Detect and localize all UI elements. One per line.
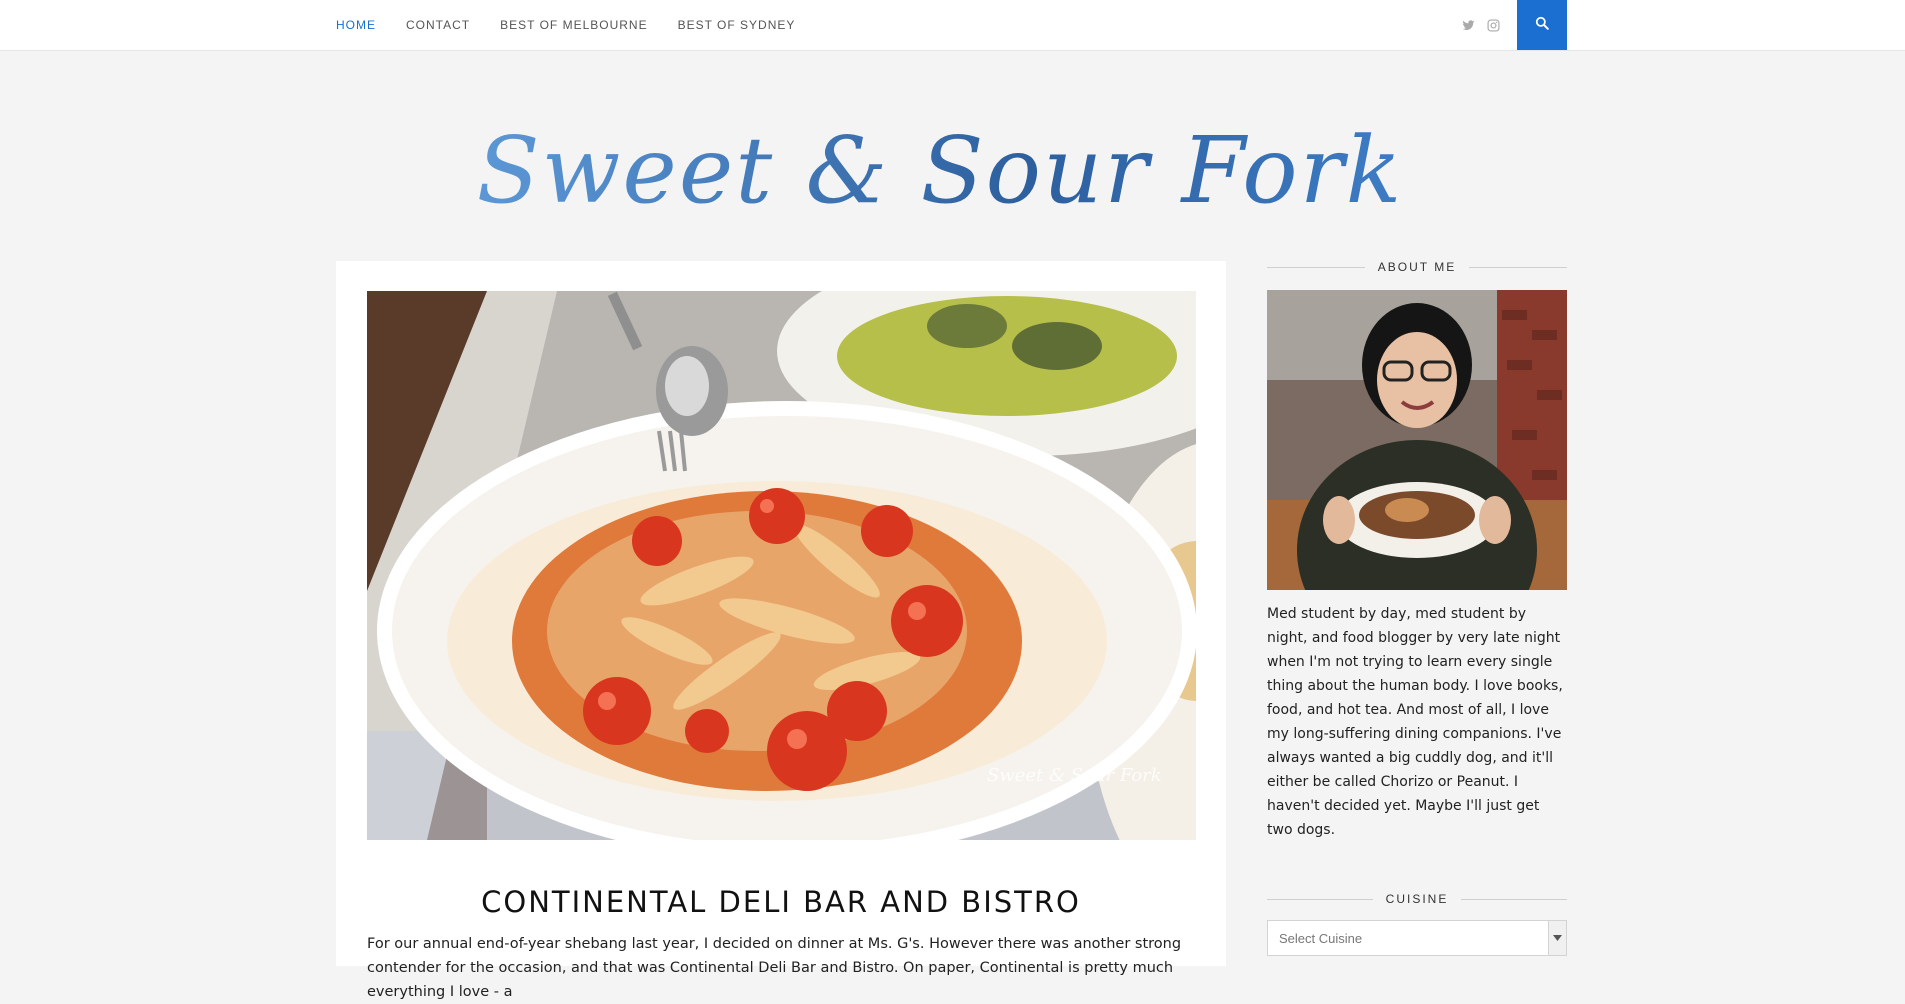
social-links [1462,0,1500,50]
nav-item-best-of-melbourne[interactable]: BEST OF MELBOURNE [500,18,647,32]
about-me-heading: ABOUT ME [1267,260,1567,274]
chevron-down-icon[interactable] [1548,921,1566,955]
site-logo[interactable]: Sweet & Sour Fork [477,95,1402,245]
search-button[interactable] [1517,0,1567,50]
cuisine-select[interactable]: Select Cuisine [1267,920,1567,956]
sidebar: ABOUT ME Med student by day, med student… [1267,260,1567,956]
image-watermark: Sweet & Sour Fork [987,765,1162,786]
instagram-icon[interactable] [1487,18,1500,32]
author-photo [1267,290,1567,590]
pasta-dish-illustration: Sweet & Sour Fork [367,291,1196,840]
nav-item-home[interactable]: HOME [336,18,376,32]
site-logo-text: Sweet & Sour Fork [476,116,1404,224]
search-icon [1535,16,1549,35]
cuisine-heading: CUISINE [1267,892,1567,906]
cuisine-title: CUISINE [1385,892,1449,906]
post-featured-image[interactable]: Sweet & Sour Fork [367,291,1196,840]
post-excerpt: For our annual end-of-year shebang last … [367,935,1182,1000]
cuisine-select-value: Select Cuisine [1279,930,1363,946]
nav-item-best-of-sydney[interactable]: BEST OF SYDNEY [678,18,796,32]
main-nav: HOME CONTACT BEST OF MELBOURNE BEST OF S… [336,0,825,50]
about-me-title: ABOUT ME [1377,260,1457,274]
nav-item-contact[interactable]: CONTACT [406,18,470,32]
post-title[interactable]: CONTINENTAL DELI BAR AND BISTRO [336,885,1226,919]
twitter-icon[interactable] [1462,19,1475,32]
featured-post: Sweet & Sour Fork CONTINENTAL DELI BAR A… [336,261,1226,1000]
author-photo-illustration [1267,290,1567,590]
top-navigation-bar: HOME CONTACT BEST OF MELBOURNE BEST OF S… [0,0,1905,51]
about-me-text: Med student by day, med student by night… [1267,606,1563,838]
